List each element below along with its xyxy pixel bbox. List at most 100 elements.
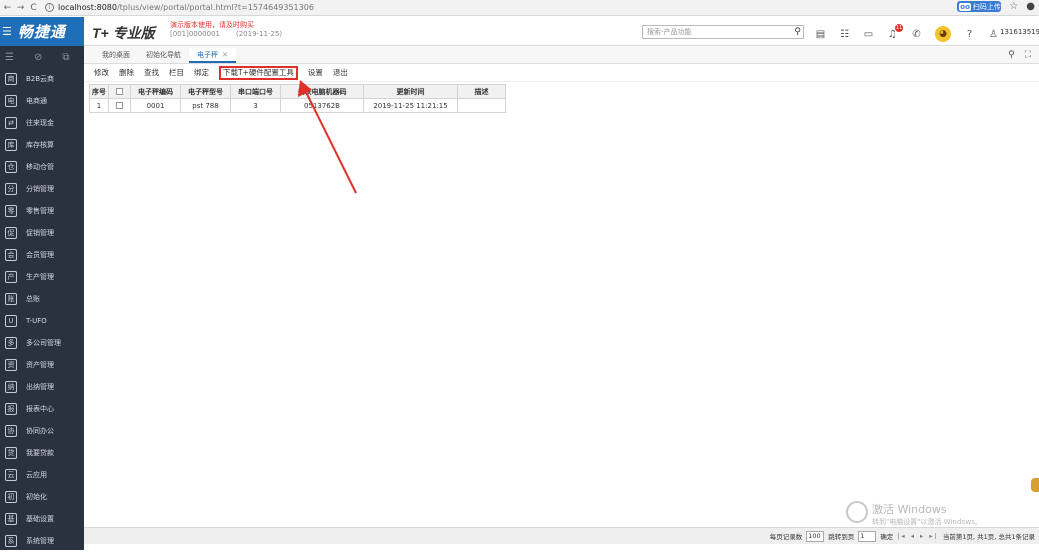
bell-icon[interactable]: ♫ 11 [887,23,903,40]
page-nav-icons[interactable]: |◂ ◂ ▸ ▸| [897,532,939,540]
page-size-input[interactable]: 100 [806,530,825,542]
sidebar-item[interactable]: 初 初始化 [0,486,84,508]
cell-machine-code: 0513762B [280,98,364,113]
module-icon: 报 [5,403,17,415]
search-icon[interactable]: ⚲ [794,26,801,38]
side-handle[interactable] [1031,478,1039,492]
sidebar-item[interactable]: 电 电商通 [0,90,84,112]
sidebar-item[interactable]: 系 系统管理 [0,530,84,552]
module-icon: 多 [5,337,17,349]
refresh-icon[interactable]: ⊘ [34,52,42,63]
sidebar-item[interactable]: 产 生产管理 [0,266,84,288]
sidebar-item-label: 库存核算 [26,141,54,149]
find-button[interactable]: 查找 [144,66,159,80]
app-header: ☰ 畅捷通 T+ 专业版 演示版本使用，请及时购买 [001]0000001 (2… [0,17,1039,46]
row-checkbox[interactable] [116,102,123,109]
module-icon: ⇄ [5,117,17,129]
col-header-select[interactable] [108,84,131,99]
modify-button[interactable]: 修改 [94,66,109,80]
extension-button[interactable]: oo 扫码上传 [957,1,1002,12]
module-icon: 促 [5,227,17,239]
columns-button[interactable]: 栏目 [169,66,184,80]
tab-init-nav[interactable]: 初始化导航 [138,48,189,63]
calculator-icon[interactable]: ▤ [815,29,826,40]
cell-model: pst 788 [180,98,231,113]
bookmark-star-icon[interactable]: ☆ [1009,1,1018,12]
profile-icon[interactable]: ● [1026,1,1035,12]
sidebar-item[interactable]: 基 基础设置 [0,508,84,530]
module-icon: 资 [5,359,17,371]
module-icon: 仓 [5,161,17,173]
close-tab-icon[interactable]: ✕ [222,51,228,59]
cell-select[interactable] [108,98,131,113]
sidebar-item[interactable]: 贷 我要贷款 [0,442,84,464]
sidebar-item[interactable]: 分 分销管理 [0,178,84,200]
exit-button[interactable]: 退出 [333,66,348,80]
export-icon[interactable]: ⧉ [62,52,69,63]
list-icon[interactable]: ☰ [5,52,14,63]
sidebar-item[interactable]: 库 库存核算 [0,134,84,156]
sidebar-item[interactable]: 促 促销管理 [0,222,84,244]
select-all-checkbox[interactable] [116,88,123,95]
download-hardware-tool-button[interactable]: 下载T+硬件配置工具 [219,65,298,80]
sidebar-item[interactable]: 资 资产管理 [0,354,84,376]
bind-button[interactable]: 绑定 [194,66,209,80]
sidebar-item[interactable]: 纳 出纳管理 [0,376,84,398]
tab-search-icon[interactable]: ⚲ [1008,50,1015,60]
sidebar-item[interactable]: 零 零售管理 [0,200,84,222]
user-icon[interactable]: ♙ [988,29,999,40]
menu-icon[interactable]: ☰ [2,25,12,38]
sidebar-item-label: 多公司管理 [26,339,61,347]
address-bar[interactable]: i localhost:8080/tplus/view/portal/porta… [45,3,314,12]
table-row[interactable]: 1 0001 pst 788 3 0513762B 2019-11-25 11:… [89,98,506,113]
tab-bar: 我的桌面 初始化导航 电子秤 ✕ ⚲ ⛶ [84,47,1039,64]
col-header-updated[interactable]: 更新时间 [363,84,458,99]
help-icon[interactable]: ? [964,29,975,40]
sidebar-item-label: 基础设置 [26,515,54,523]
sidebar-item-label: T-UFO [26,317,47,325]
tab-scale[interactable]: 电子秤 ✕ [189,48,236,63]
info-icon[interactable]: i [45,3,54,12]
user-phone[interactable]: 1316135193 [1000,28,1039,36]
col-header-model[interactable]: 电子秤型号 [180,84,231,99]
sidebar-item[interactable]: 会 会员管理 [0,244,84,266]
sidebar-item[interactable]: U T-UFO [0,310,84,332]
brand-logo[interactable]: ☰ 畅捷通 [0,17,84,46]
goto-label: 跳转到页 [828,533,855,541]
pagination-bar: 每页记录数 100 跳转到页 1 确定 |◂ ◂ ▸ ▸| 当前第1页, 共1页… [84,527,1039,544]
phone-icon[interactable]: ✆ [911,29,922,40]
goto-page-input[interactable]: 1 [858,530,877,542]
sidebar-item[interactable]: 仓 移动仓管 [0,156,84,178]
col-header-machine-code[interactable]: 关联电脑机器码 [280,84,364,99]
message-icon[interactable]: ▭ [863,29,874,40]
sidebar-item[interactable]: 报 报表中心 [0,398,84,420]
sidebar-item[interactable]: 协 协同办公 [0,420,84,442]
demo-notice[interactable]: 演示版本使用，请及时购买 [170,20,254,30]
confirm-button[interactable]: 确定 [880,531,893,541]
mascot-avatar[interactable]: ◕ [935,26,951,42]
col-header-port[interactable]: 串口端口号 [230,84,281,99]
product-name: T+ 专业版 [92,25,155,41]
sidebar-item-label: 我要贷款 [26,449,54,457]
sidebar-item[interactable]: 账 总账 [0,288,84,310]
sidebar-item[interactable]: 云 云应用 [0,464,84,486]
sidebar-item[interactable]: 商 B2B云商 [0,68,84,90]
search-input[interactable]: 搜索-产品功能 ⚲ [642,25,804,39]
module-icon: 云 [5,469,17,481]
tasks-icon[interactable]: ☷ [839,29,850,40]
delete-button[interactable]: 删除 [119,66,134,80]
sidebar-item[interactable]: ⇄ 往来现金 [0,112,84,134]
col-header-index[interactable]: 序号 [89,84,109,99]
browser-toolbar: ← → C i localhost:8080/tplus/view/portal… [0,0,1039,16]
col-header-code[interactable]: 电子秤编码 [130,84,181,99]
back-arrow-icon[interactable]: ← [2,1,13,15]
module-icon: 基 [5,513,17,525]
forward-arrow-icon[interactable]: → [15,1,26,15]
fullscreen-icon[interactable]: ⛶ [1025,50,1031,60]
col-header-desc[interactable]: 描述 [457,84,506,99]
windows-activation-watermark: 激活 Windows 转到"电脑设置"以激活 Windows。 [846,501,982,527]
settings-button[interactable]: 设置 [308,66,323,80]
reload-icon[interactable]: C [28,1,39,15]
sidebar-item[interactable]: 多 多公司管理 [0,332,84,354]
tab-desktop[interactable]: 我的桌面 [94,48,138,63]
